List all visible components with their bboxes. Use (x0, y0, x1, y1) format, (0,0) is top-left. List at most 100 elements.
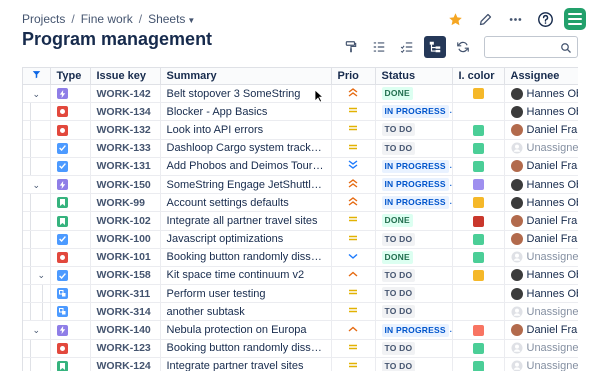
status-cell[interactable]: TO DO (375, 357, 453, 371)
color-cell[interactable] (452, 139, 505, 158)
search-icon[interactable] (560, 41, 572, 59)
table-row[interactable]: ⌄ WORK-158 Kit space time continuum v2 TO D… (23, 266, 578, 286)
summary-cell[interactable]: Javascript optimizations (160, 230, 332, 249)
more-icon[interactable] (504, 8, 526, 30)
issue-key-cell[interactable]: WORK-123 (90, 339, 161, 358)
type-cell[interactable] (50, 266, 91, 286)
type-cell[interactable] (50, 157, 91, 176)
type-cell[interactable] (50, 339, 91, 358)
chevron-down-icon[interactable]: ⌄ (32, 180, 40, 190)
prio-cell[interactable] (331, 230, 376, 249)
color-cell[interactable] (452, 266, 505, 286)
issue-key-cell[interactable]: WORK-99 (90, 193, 161, 213)
summary-cell[interactable]: Account settings defaults (160, 193, 332, 213)
status-cell[interactable]: TO DO (375, 120, 453, 140)
summary-cell[interactable]: Kit space time continuum v2 (160, 266, 332, 286)
color-cell[interactable] (452, 211, 505, 231)
chevron-down-icon[interactable]: ⌄ (32, 325, 40, 335)
outline-icon[interactable] (368, 36, 390, 58)
color-cell[interactable] (452, 84, 505, 104)
breadcrumb-sheets[interactable]: Sheets ▼ (148, 12, 195, 26)
type-cell[interactable] (50, 302, 91, 322)
collapse-toggle[interactable]: ⌄ (23, 84, 51, 104)
issue-key-cell[interactable]: WORK-132 (90, 120, 161, 140)
filter-column[interactable] (23, 67, 51, 85)
table-row[interactable]: WORK-311 Perform user testing TO DO Hannes … (23, 284, 578, 304)
summary-cell[interactable]: Nebula protection on Europa (160, 320, 332, 340)
assignee-cell[interactable]: Daniel Franz (504, 230, 578, 249)
status-cell[interactable]: TO DO (375, 266, 453, 286)
summary-cell[interactable]: Blocker - App Basics (160, 102, 332, 122)
summary-cell[interactable]: another subtask (160, 302, 332, 322)
table-row[interactable]: ⌄ WORK-140 Nebula protection on Europa IN P… (23, 320, 578, 340)
type-cell[interactable] (50, 357, 91, 371)
assignee-cell[interactable]: Daniel Franz (504, 320, 578, 340)
chevron-down-icon[interactable]: ⌄ (37, 270, 45, 280)
assignee-cell[interactable]: Unassigned (504, 248, 578, 267)
color-cell[interactable] (452, 230, 505, 249)
color-cell[interactable] (452, 175, 505, 195)
status-cell[interactable]: IN PROGRESS (375, 175, 453, 195)
status-cell[interactable]: DONE (375, 211, 453, 231)
assignee-cell[interactable]: Unassigned (504, 339, 578, 358)
assignee-cell[interactable]: Unassigned (504, 302, 578, 322)
status-cell[interactable]: DONE (375, 248, 453, 267)
prio-cell[interactable] (331, 266, 376, 286)
type-cell[interactable] (50, 211, 91, 231)
assignee-cell[interactable]: Hannes Obweger (504, 175, 578, 195)
prio-cell[interactable] (331, 139, 376, 158)
star-icon[interactable] (444, 8, 466, 30)
color-cell[interactable] (452, 120, 505, 140)
prio-cell[interactable] (331, 302, 376, 322)
type-cell[interactable] (50, 284, 91, 304)
type-cell[interactable] (50, 139, 91, 158)
status-cell[interactable]: TO DO (375, 284, 453, 304)
status-cell[interactable]: TO DO (375, 139, 453, 158)
issue-key-cell[interactable]: WORK-158 (90, 266, 161, 286)
prio-cell[interactable] (331, 84, 376, 104)
table-row[interactable]: WORK-314another subtask TO DO Unassigned (23, 302, 578, 322)
issue-key-cell[interactable]: WORK-101 (90, 248, 161, 267)
summary-cell[interactable]: Belt stopover 3 SomeString (160, 84, 332, 104)
column-header-issue-key[interactable]: Issue key (90, 67, 161, 85)
column-header-prio[interactable]: Prio (331, 67, 376, 85)
table-row[interactable]: WORK-132 Look into API errors TO DO Daniel … (23, 120, 578, 140)
collapse-toggle[interactable]: ⌄ (23, 320, 51, 340)
table-row[interactable]: WORK-131Add Phobos and Deimos Tours as a… (23, 157, 578, 176)
assignee-cell[interactable]: Daniel Franz (504, 157, 578, 176)
type-cell[interactable] (50, 102, 91, 122)
prio-cell[interactable] (331, 357, 376, 371)
checklist-icon[interactable] (396, 36, 418, 58)
chevron-down-icon[interactable]: ⌄ (32, 89, 40, 99)
summary-cell[interactable]: Add Phobos and Deimos Tours as a Pre… (160, 157, 332, 176)
issue-key-cell[interactable]: WORK-100 (90, 230, 161, 249)
column-header-color[interactable]: I. color (452, 67, 505, 85)
issue-key-cell[interactable]: WORK-150 (90, 175, 161, 195)
prio-cell[interactable] (331, 193, 376, 213)
type-cell[interactable] (50, 84, 91, 104)
type-cell[interactable] (50, 230, 91, 249)
collapse-toggle[interactable]: ⌄ (23, 175, 51, 195)
type-cell[interactable] (50, 320, 91, 340)
status-cell[interactable]: TO DO (375, 302, 453, 322)
summary-cell[interactable]: Booking button randomly dissapears (160, 339, 332, 358)
summary-cell[interactable]: Booking button randomly dissapears (160, 248, 332, 267)
edit-icon[interactable] (474, 8, 496, 30)
column-header-assignee[interactable]: Assignee (504, 67, 578, 85)
prio-cell[interactable] (331, 211, 376, 231)
column-header-status[interactable]: Status (375, 67, 453, 85)
issue-key-cell[interactable]: WORK-102 (90, 211, 161, 231)
assignee-cell[interactable]: Unassigned (504, 139, 578, 158)
color-cell[interactable] (452, 357, 505, 371)
status-cell[interactable]: TO DO (375, 339, 453, 358)
app-logo[interactable] (564, 8, 586, 30)
assignee-cell[interactable]: Daniel Franz (504, 120, 578, 140)
summary-cell[interactable]: Perform user testing (160, 284, 332, 304)
issue-key-cell[interactable]: WORK-142 (90, 84, 161, 104)
color-cell[interactable] (452, 320, 505, 340)
type-cell[interactable] (50, 120, 91, 140)
summary-cell[interactable]: Integrate all partner travel sites (160, 211, 332, 231)
assignee-cell[interactable]: Hannes Obweger (504, 84, 578, 104)
breadcrumb-fine-work[interactable]: Fine work (81, 12, 133, 26)
status-cell[interactable]: IN PROGRESS (375, 193, 453, 213)
